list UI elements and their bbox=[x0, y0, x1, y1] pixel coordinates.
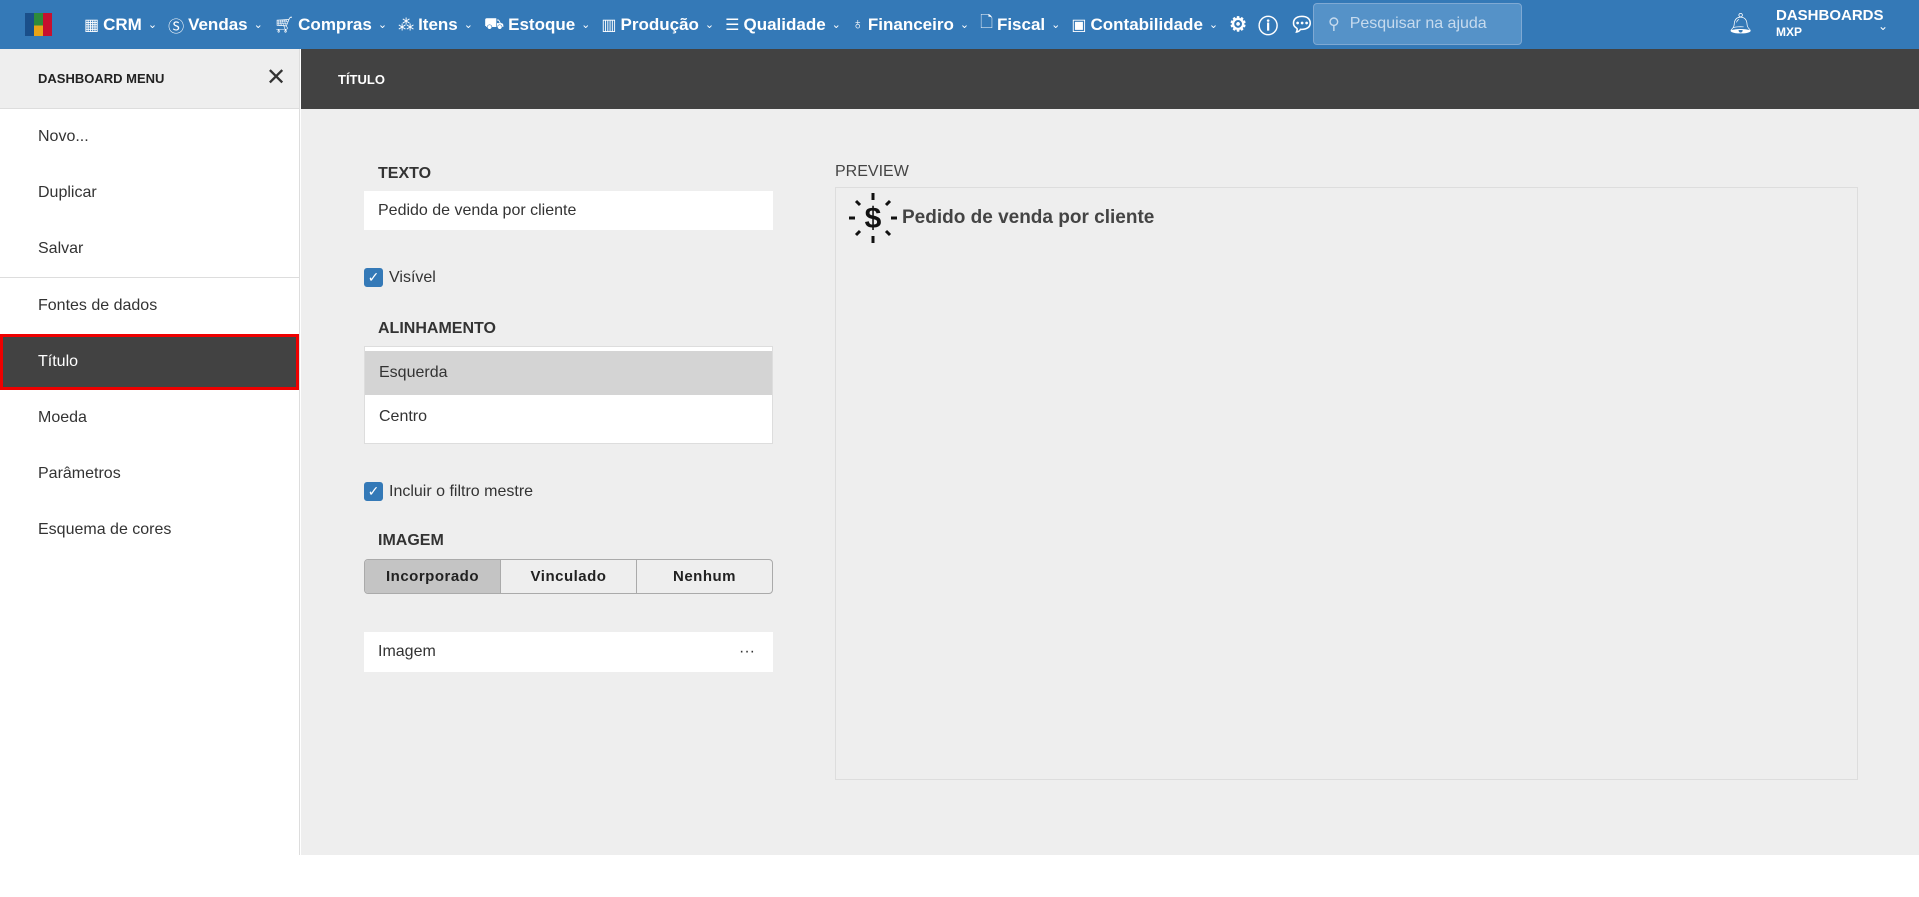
chevron-down-icon: ⌄ bbox=[253, 19, 263, 31]
preview-title: Pedido de venda por cliente bbox=[902, 207, 1155, 228]
chat-icon[interactable]: 💬︎ bbox=[1289, 12, 1314, 37]
app-logo[interactable] bbox=[25, 13, 57, 36]
money-bag-icon: ♁ bbox=[851, 15, 864, 33]
alinhamento-list: Esquerda Centro bbox=[364, 346, 773, 444]
menu-qualidade[interactable]: ☰ Qualidade ⌄ bbox=[725, 15, 841, 35]
search-icon: ⚲ bbox=[1328, 16, 1340, 33]
menu-contabilidade[interactable]: ▣ Contabilidade ⌄ bbox=[1071, 15, 1218, 35]
dashboard-menu: DASHBOARD MENU ✕ Novo... Duplicar Salvar… bbox=[0, 49, 300, 855]
sidebar-item-fontes-de-dados[interactable]: Fontes de dados bbox=[0, 278, 299, 334]
menu-compras[interactable]: 🛒︎ Compras ⌄ bbox=[274, 15, 387, 35]
imagem-label: IMAGEM bbox=[378, 532, 444, 549]
checkmark-icon: ✓ bbox=[364, 482, 383, 501]
align-option-centro[interactable]: Centro bbox=[365, 395, 772, 439]
sidebar-item-esquema-de-cores[interactable]: Esquema de cores bbox=[0, 502, 299, 558]
menu-producao[interactable]: ▥ Produção ⌄ bbox=[601, 15, 714, 35]
imagem-incorporado-button[interactable]: Incorporado bbox=[365, 560, 500, 593]
menu-vendas[interactable]: Ⓢ Vendas ⌄ bbox=[168, 13, 263, 37]
texto-label: TEXTO bbox=[378, 165, 432, 182]
imagem-mode-segmented: Incorporado Vinculado Nenhum bbox=[364, 559, 773, 594]
checkmark-icon: ✓ bbox=[364, 268, 383, 287]
imagem-field[interactable]: Imagem ··· bbox=[364, 632, 773, 672]
chevron-down-icon: ⌄ bbox=[463, 19, 473, 31]
menu-fiscal[interactable]: 🗋︎ Fiscal ⌄ bbox=[980, 11, 1060, 38]
chevron-down-icon: ⌄ bbox=[1878, 19, 1889, 33]
chevron-down-icon: ⌄ bbox=[377, 19, 388, 31]
svg-text:$: $ bbox=[865, 202, 882, 235]
sidebar-item-titulo[interactable]: Título bbox=[0, 334, 299, 390]
imagem-nenhum-button[interactable]: Nenhum bbox=[636, 560, 772, 593]
more-icon[interactable]: ··· bbox=[739, 643, 755, 661]
sidebar-item-salvar[interactable]: Salvar bbox=[0, 221, 299, 277]
dashboard-menu-title: DASHBOARD MENU bbox=[0, 49, 299, 109]
preview-label: PREVIEW bbox=[835, 163, 909, 180]
help-search-input[interactable]: ⚲ Pesquisar na ajuda bbox=[1313, 3, 1522, 45]
bell-icon[interactable]: 🔔︎ bbox=[1728, 11, 1753, 36]
items-icon: ⁂ bbox=[398, 16, 415, 34]
chevron-down-icon: ⌄ bbox=[581, 19, 591, 31]
gear-icon[interactable]: ⚙ bbox=[1229, 12, 1247, 37]
imagem-vinculado-button[interactable]: Vinculado bbox=[500, 560, 636, 593]
cart-icon: 🛒︎ bbox=[273, 16, 295, 34]
help-icon[interactable]: ⓘ bbox=[1258, 10, 1278, 39]
sidebar-item-moeda[interactable]: Moeda bbox=[0, 390, 299, 446]
preview-box: $ Pedido de venda por cliente bbox=[835, 187, 1858, 780]
chevron-down-icon: ⌄ bbox=[147, 19, 158, 31]
visivel-checkbox[interactable]: ✓ Visível bbox=[364, 268, 436, 287]
checklist-icon: ☰ bbox=[725, 16, 740, 34]
sidebar-item-novo[interactable]: Novo... bbox=[0, 109, 299, 165]
dollar-circle-icon: Ⓢ bbox=[168, 18, 185, 36]
page-title: TÍTULO bbox=[301, 49, 1919, 109]
filtro-mestre-checkbox[interactable]: ✓ Incluir o filtro mestre bbox=[364, 482, 533, 501]
chevron-down-icon: ⌄ bbox=[704, 19, 715, 31]
document-check-icon: 🗋︎ bbox=[980, 14, 993, 31]
chevron-down-icon: ⌄ bbox=[1051, 19, 1061, 31]
menu-crm[interactable]: ▦ CRM ⌄ bbox=[84, 15, 157, 35]
menu-estoque[interactable]: ⛟ Estoque ⌄ bbox=[484, 15, 590, 35]
menu-itens[interactable]: ⁂ Itens ⌄ bbox=[398, 15, 473, 35]
factory-icon: ▥ bbox=[601, 16, 617, 34]
menu-financeiro[interactable]: ♁ Financeiro ⌄ bbox=[852, 15, 969, 35]
top-navbar: ▦ CRM ⌄ Ⓢ Vendas ⌄ 🛒︎ Compras ⌄ ⁂ Itens ⌄ ⛟ Estoq… bbox=[0, 0, 1919, 49]
calculator-icon: ▣ bbox=[1071, 16, 1087, 34]
chevron-down-icon: ⌄ bbox=[959, 19, 970, 31]
close-icon[interactable]: ✕ bbox=[266, 63, 286, 92]
sidebar-item-duplicar[interactable]: Duplicar bbox=[0, 165, 299, 221]
user-menu[interactable]: DASHBOARDS MXP ⌄ bbox=[1776, 8, 1888, 40]
sidebar-item-parametros[interactable]: Parâmetros bbox=[0, 446, 299, 502]
dolly-icon: ⛟ bbox=[483, 15, 505, 33]
texto-input[interactable]: Pedido de venda por cliente bbox=[364, 191, 773, 230]
title-settings-panel: TEXTO Pedido de venda por cliente ✓ Visív… bbox=[301, 109, 1919, 855]
dollar-sun-icon: $ bbox=[849, 193, 897, 243]
chevron-down-icon: ⌄ bbox=[831, 19, 841, 31]
building-icon: ▦ bbox=[84, 16, 100, 34]
align-option-esquerda[interactable]: Esquerda bbox=[365, 351, 772, 395]
alinhamento-label: ALINHAMENTO bbox=[378, 320, 496, 337]
chevron-down-icon: ⌄ bbox=[1208, 19, 1219, 31]
